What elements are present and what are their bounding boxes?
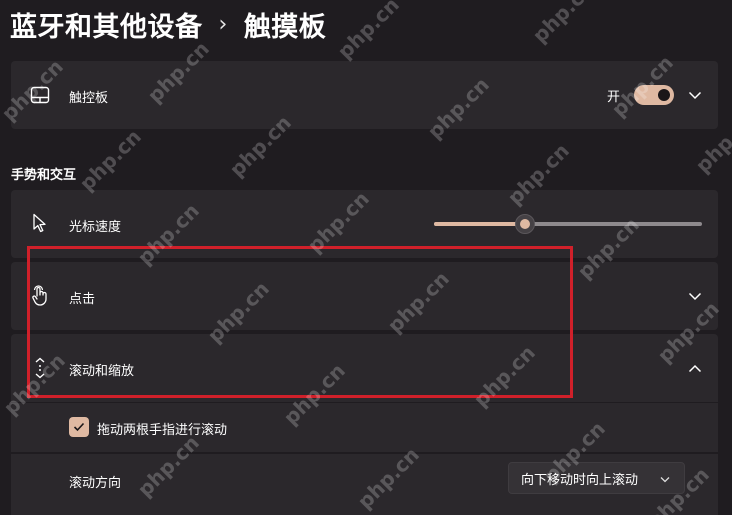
taps-label: 点击: [69, 292, 96, 307]
two-finger-drag-row: 拖动两根手指进行滚动: [11, 403, 718, 452]
page-title: 触摸板: [243, 11, 327, 43]
touchpad-label: 触控板: [69, 91, 109, 106]
touchpad-toggle[interactable]: [634, 85, 674, 105]
slider-thumb[interactable]: [515, 214, 535, 234]
watermark: php.cn: [74, 124, 146, 196]
scroll-zoom-label: 滚动和缩放: [69, 364, 135, 379]
breadcrumb-separator: ›: [218, 11, 228, 37]
taps-card[interactable]: 点击: [11, 262, 718, 330]
breadcrumb-parent[interactable]: 蓝牙和其他设备: [10, 5, 203, 44]
chevron-down-icon[interactable]: [688, 289, 702, 303]
scroll-direction-label: 滚动方向: [69, 476, 122, 491]
touchpad-card[interactable]: 触控板 开: [11, 61, 718, 129]
watermark: php.cn: [527, 0, 599, 48]
pointer-speed-slider[interactable]: [434, 214, 702, 234]
scroll-direction-row: 滚动方向 向下移动时向上滚动: [11, 454, 718, 515]
slider-fill: [434, 222, 525, 226]
chevron-up-icon[interactable]: [688, 361, 702, 375]
chevron-down-icon[interactable]: [688, 88, 702, 102]
section-title: 手势和交互: [11, 168, 77, 183]
touchpad-icon: [29, 84, 51, 106]
two-finger-drag-label: 拖动两根手指进行滚动: [97, 423, 228, 438]
scroll-direction-value: 向下移动时向上滚动: [521, 472, 639, 488]
scroll-direction-select[interactable]: 向下移动时向上滚动: [508, 462, 685, 494]
toggle-state-text: 开: [606, 89, 620, 105]
tap-hand-icon: [29, 285, 51, 307]
scroll-zoom-card[interactable]: 滚动和缩放: [11, 334, 718, 402]
two-finger-drag-checkbox[interactable]: [69, 417, 89, 437]
breadcrumb: 蓝牙和其他设备 › 触摸板: [10, 4, 326, 44]
scroll-arrows-icon: [29, 357, 51, 379]
chevron-down-icon: [660, 472, 670, 487]
cursor-icon: [29, 212, 51, 234]
watermark: php.cn: [332, 0, 404, 64]
touchpad-toggle-group: 开: [607, 85, 674, 105]
toggle-knob: [658, 89, 670, 101]
pointer-speed-label: 光标速度: [69, 220, 122, 235]
